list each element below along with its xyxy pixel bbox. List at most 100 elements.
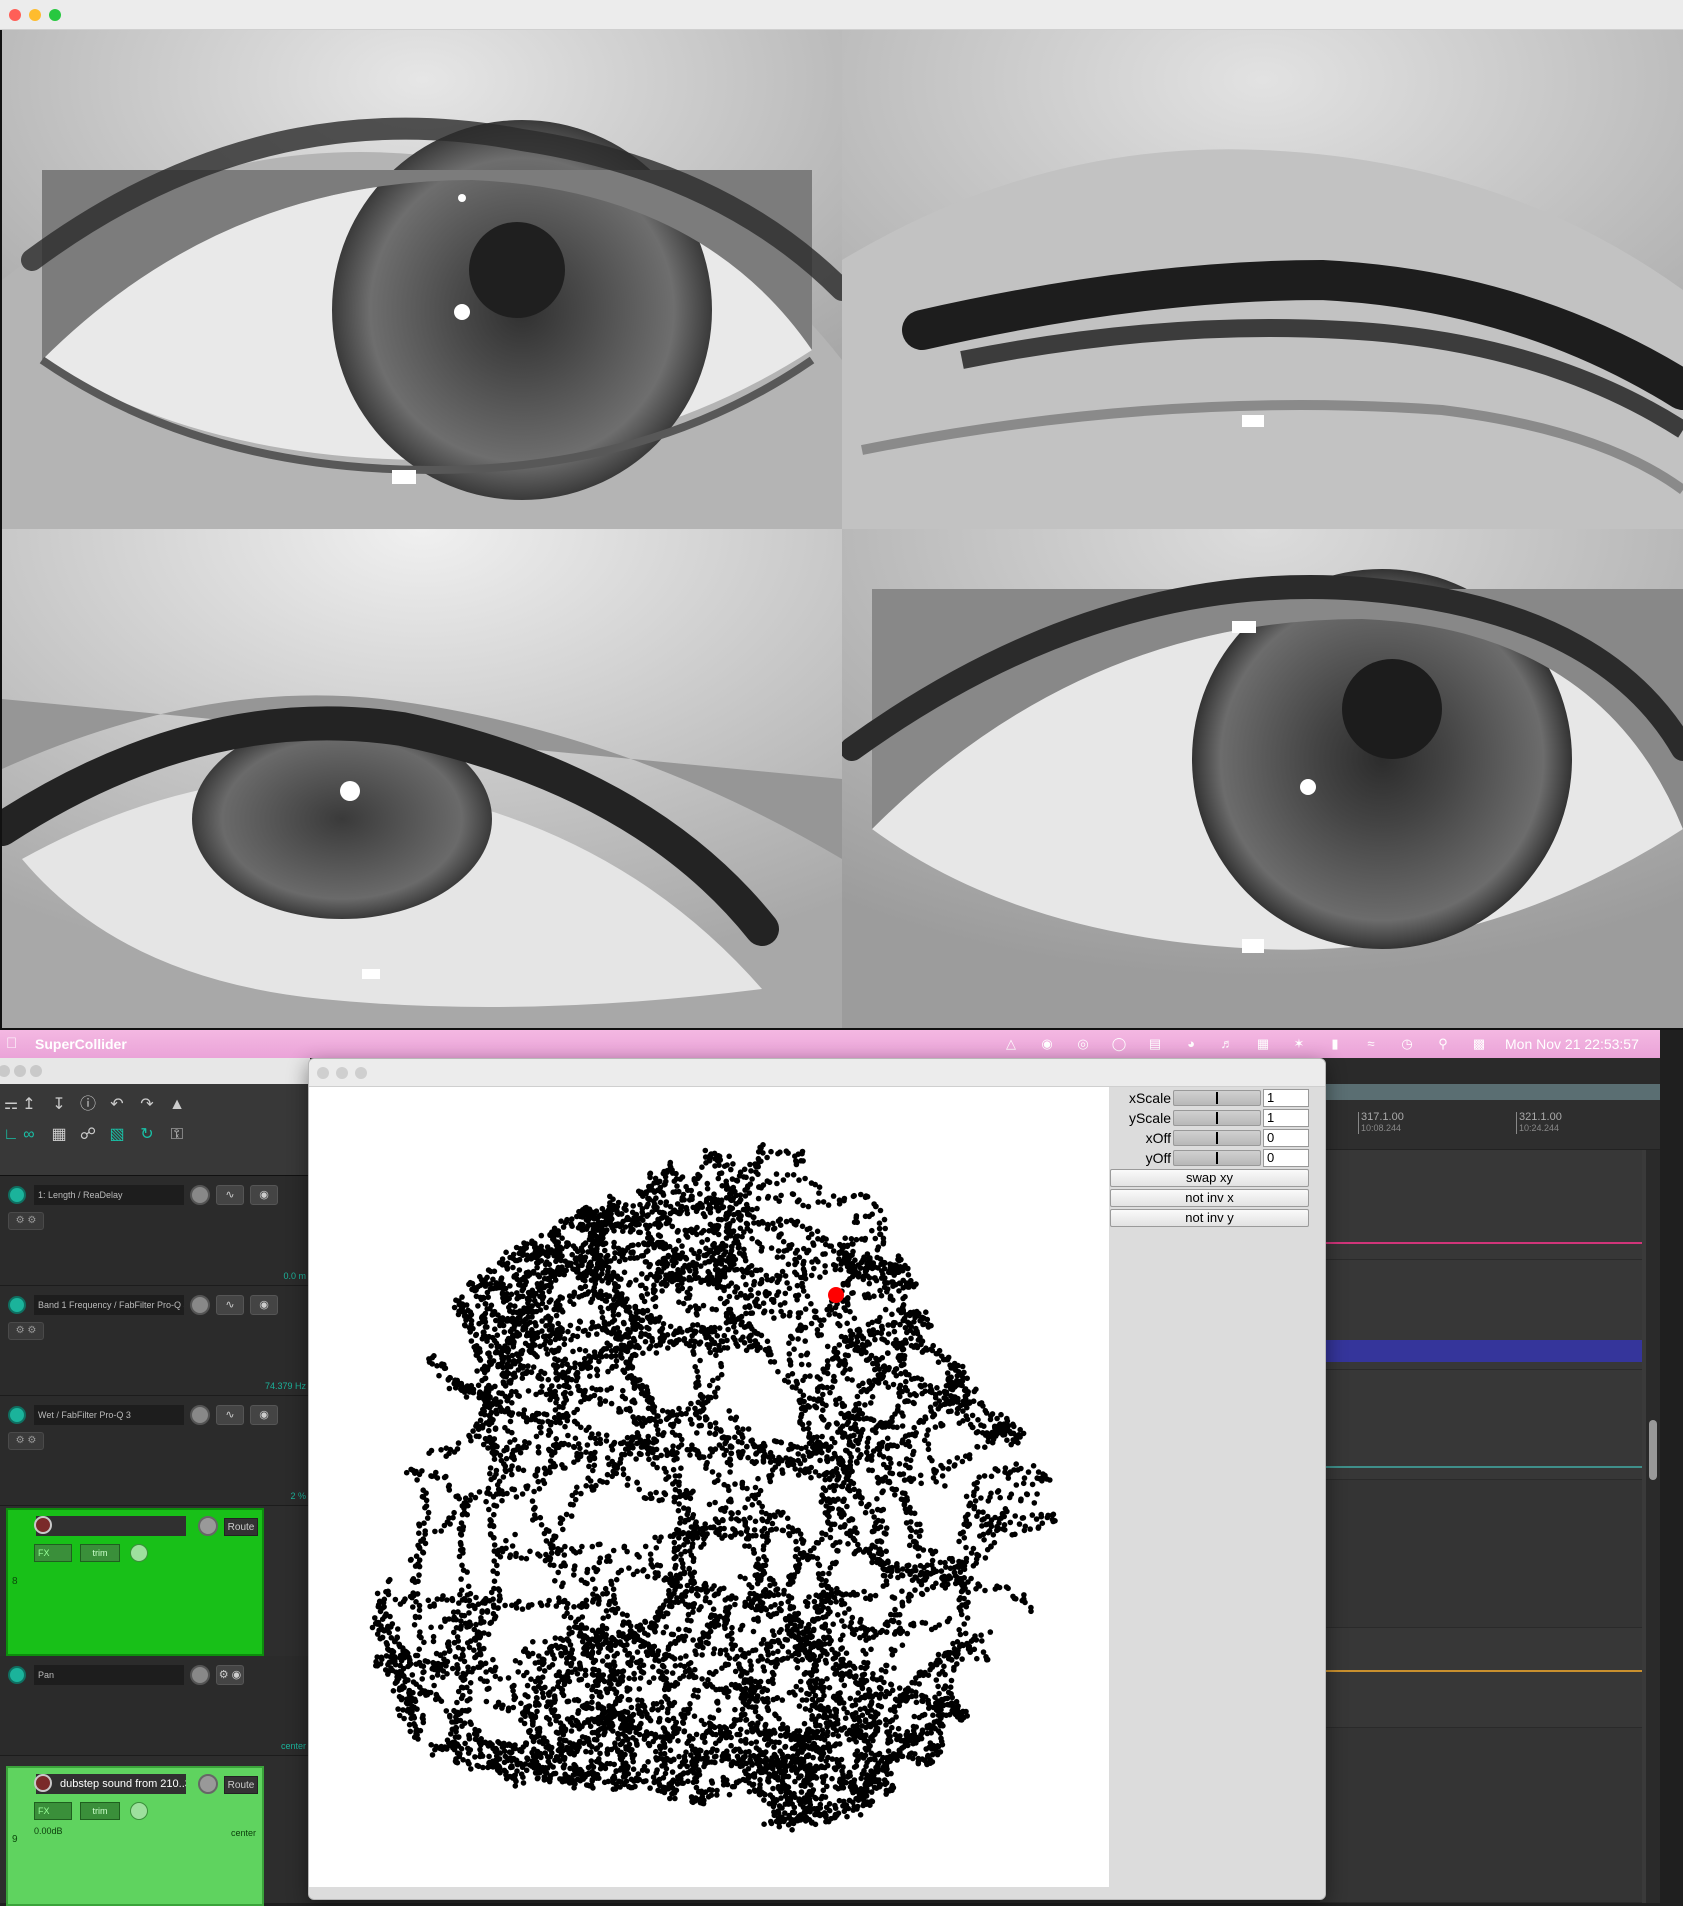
volume-knob[interactable] <box>198 1774 218 1794</box>
daw-zoom-button[interactable] <box>30 1065 42 1077</box>
bed-icon[interactable]: ▤ <box>1144 1036 1166 1052</box>
info-icon[interactable]: ⓘ <box>77 1094 99 1116</box>
minimize-window-button[interactable] <box>29 9 41 21</box>
envelope-line[interactable] <box>1320 1670 1642 1672</box>
undo-icon[interactable]: ↶ <box>106 1094 128 1116</box>
envelope-shape-button[interactable]: ∿ <box>216 1405 244 1425</box>
track-name-field[interactable] <box>36 1516 186 1536</box>
upload-icon[interactable]: ↥ <box>18 1094 40 1116</box>
time-machine-icon[interactable]: ◷ <box>1396 1036 1418 1052</box>
envelope-settings-button[interactable]: ⚙ ◉ <box>216 1665 244 1685</box>
volume-icon[interactable]: ♬ <box>1216 1036 1238 1052</box>
redo-icon[interactable]: ↷ <box>136 1094 158 1116</box>
scatter-point <box>585 1719 592 1726</box>
bluetooth-icon[interactable]: ✶ <box>1288 1036 1310 1052</box>
group-icon[interactable]: ☍ <box>77 1124 99 1146</box>
fx-button[interactable]: FX <box>34 1802 72 1820</box>
track-8[interactable]: 8 Route FX trim <box>6 1508 264 1656</box>
eye-icon[interactable]: ◉ <box>1036 1036 1058 1052</box>
envelope-hide-button[interactable]: ◉ <box>250 1185 278 1205</box>
envelope-item[interactable] <box>1320 1340 1642 1362</box>
scatter-point <box>747 1287 754 1293</box>
notification-icon[interactable]: △ <box>1000 1036 1022 1052</box>
cc-icon[interactable]: ◯ <box>1108 1036 1130 1052</box>
pan-knob[interactable] <box>130 1802 148 1820</box>
envelope-hide-button[interactable]: ◉ <box>250 1405 278 1425</box>
close-window-button[interactable] <box>9 9 21 21</box>
route-button[interactable]: Route <box>224 1518 258 1536</box>
track-lane-area[interactable] <box>1320 1480 1642 1628</box>
envelope-name[interactable]: Pan <box>34 1665 184 1685</box>
pan-knob[interactable] <box>130 1544 148 1562</box>
link-icon[interactable]: ∞ <box>18 1124 40 1146</box>
scatter-plot-canvas[interactable] <box>309 1087 1109 1887</box>
envelope-shape-button[interactable]: ∿ <box>216 1295 244 1315</box>
envelope-lane-area[interactable] <box>1320 1628 1642 1728</box>
envelope-name[interactable]: 1: Length / ReaDelay <box>34 1185 184 1205</box>
menubar-clock[interactable]: Mon Nov 21 22:53:57 <box>1505 1036 1639 1052</box>
envelope-arm-button[interactable] <box>8 1186 26 1204</box>
lock-icon[interactable]: ⚿ <box>166 1124 188 1146</box>
minimize-window-button[interactable] <box>336 1067 348 1079</box>
app-menu-name[interactable]: SuperCollider <box>35 1036 127 1052</box>
envelope-arm-button[interactable] <box>8 1666 26 1684</box>
battery-icon[interactable]: ▮ <box>1324 1036 1346 1052</box>
envelope-name[interactable]: Wet / FabFilter Pro-Q 3 <box>34 1405 184 1425</box>
envelope-line[interactable] <box>1320 1466 1642 1468</box>
envelope-settings-button[interactable]: ⚙ ⚙ <box>8 1322 44 1340</box>
scatter-point <box>747 1333 753 1339</box>
track-lane-area[interactable] <box>1320 1728 1642 1903</box>
envelope-lane-area[interactable] <box>1320 1260 1642 1370</box>
trim-button[interactable]: trim <box>80 1544 120 1562</box>
track-name-field[interactable]: dubstep sound from 210..39 <box>36 1774 186 1794</box>
sw-badge-icon[interactable]: ◎ <box>1072 1036 1094 1052</box>
fx-button[interactable]: FX <box>34 1544 72 1562</box>
scatter-point <box>743 1347 750 1354</box>
envelope-hide-button[interactable]: ◉ <box>250 1295 278 1315</box>
scatter-point <box>812 1720 819 1726</box>
envelope-lane-area[interactable] <box>1320 1150 1642 1260</box>
control-center-icon[interactable]: ▩ <box>1468 1036 1490 1052</box>
apple-menu-icon[interactable]:  <box>6 1035 17 1052</box>
envelope-lane-area[interactable] <box>1320 1370 1642 1480</box>
daw-minimize-button[interactable] <box>14 1065 26 1077</box>
download-icon[interactable]: ↧ <box>48 1094 70 1116</box>
envelope-shape-button[interactable]: ∿ <box>216 1185 244 1205</box>
envelope-value-knob[interactable] <box>190 1185 210 1205</box>
scatter-point <box>677 1520 683 1526</box>
envelope-line[interactable] <box>1320 1242 1642 1244</box>
envelope-value-knob[interactable] <box>190 1665 210 1685</box>
scatter-point <box>804 1226 811 1233</box>
timeline-ruler[interactable]: 317.1.00 10:08.244 321.1.00 10:24.244 <box>1320 1100 1660 1150</box>
envelope-arm-button[interactable] <box>8 1296 26 1314</box>
arrange-view[interactable]: 317.1.00 10:08.244 321.1.00 10:24.244 <box>1320 1084 1660 1903</box>
track-9[interactable]: 9 dubstep sound from 210..39 Route FX tr… <box>6 1766 264 1906</box>
scrollbar-thumb[interactable] <box>1649 1420 1657 1480</box>
zoom-window-button[interactable] <box>49 9 61 21</box>
envelope-settings-button[interactable]: ⚙ ⚙ <box>8 1432 44 1450</box>
envelope-name[interactable]: Band 1 Frequency / FabFilter Pro-Q 3 <box>34 1295 184 1315</box>
envelope-arm-button[interactable] <box>8 1406 26 1424</box>
loop-icon[interactable]: ↻ <box>136 1124 158 1146</box>
record-arm-button[interactable] <box>34 1516 52 1534</box>
metronome-icon[interactable]: ▲ <box>166 1094 188 1116</box>
envelope-settings-button[interactable]: ⚙ ⚙ <box>8 1212 44 1230</box>
envelope-value-knob[interactable] <box>190 1295 210 1315</box>
vertical-scrollbar[interactable] <box>1646 1150 1660 1903</box>
record-arm-button[interactable] <box>34 1774 52 1792</box>
calendar-icon[interactable]: ▦ <box>1252 1036 1274 1052</box>
scatter-point <box>530 1309 537 1315</box>
envelope-value-knob[interactable] <box>190 1405 210 1425</box>
snap-grid-icon[interactable]: ▦ <box>48 1124 70 1146</box>
headphones-icon[interactable]: ◕ <box>1180 1036 1202 1052</box>
daw-close-button[interactable] <box>0 1065 10 1077</box>
wifi-icon[interactable]: ≈ <box>1360 1036 1382 1052</box>
scatter-point <box>583 1603 590 1610</box>
route-button[interactable]: Route <box>224 1776 258 1794</box>
grid-lines-icon[interactable]: ▧ <box>106 1124 128 1146</box>
volume-knob[interactable] <box>198 1516 218 1536</box>
trim-button[interactable]: trim <box>80 1802 120 1820</box>
zoom-window-button[interactable] <box>355 1067 367 1079</box>
close-window-button[interactable] <box>317 1067 329 1079</box>
search-icon[interactable]: ⚲ <box>1432 1036 1454 1052</box>
